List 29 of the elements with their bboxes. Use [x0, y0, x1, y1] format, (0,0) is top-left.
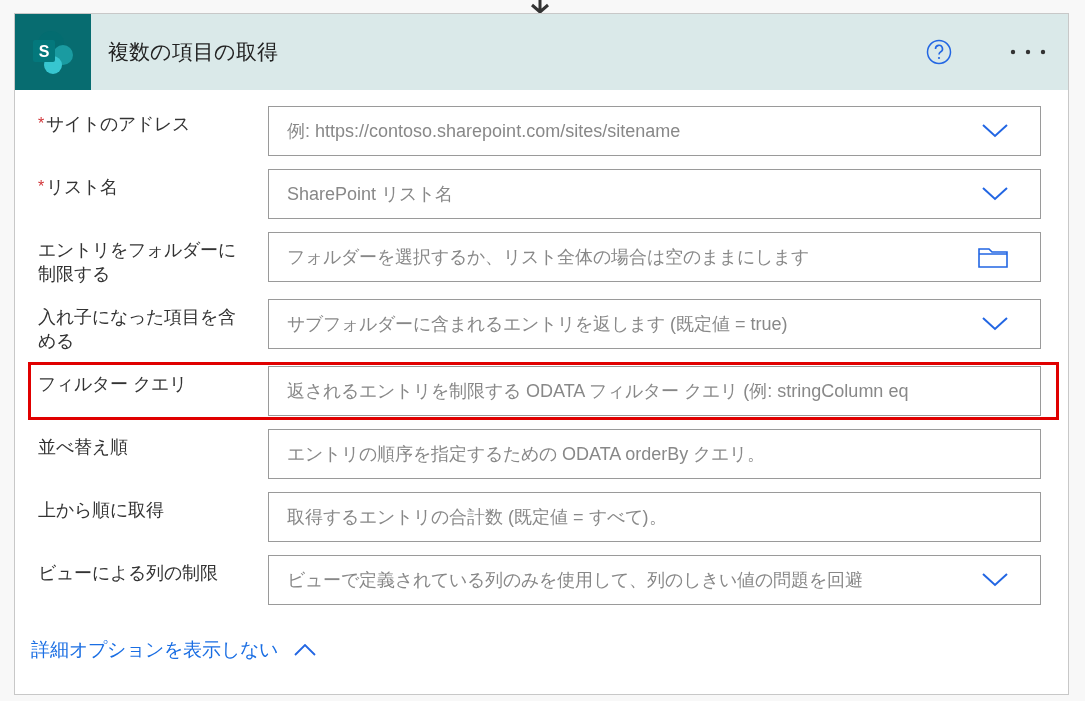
field-label: 並べ替え順 — [38, 436, 129, 459]
required-mark: * — [38, 177, 45, 197]
input-field[interactable]: フォルダーを選択するか、リスト全体の場合は空のままにします — [268, 232, 1041, 282]
field-label: フィルター クエリ — [38, 373, 188, 396]
more-options-icon[interactable] — [1010, 49, 1046, 55]
chevron-down-icon[interactable] — [982, 187, 1008, 201]
dropdown-field[interactable]: ビューで定義されている列のみを使用して、列のしきい値の問題を回避 — [268, 555, 1041, 605]
field-label: 上から順に取得 — [38, 499, 165, 522]
dropdown-field[interactable]: SharePoint リスト名 — [268, 169, 1041, 219]
field-label: ビューによる列の制限 — [38, 562, 219, 585]
field-label: サイトのアドレス — [46, 113, 192, 136]
chevron-down-icon[interactable] — [982, 573, 1008, 587]
input-field[interactable]: エントリの順序を指定するための ODATA orderBy クエリ。 — [268, 429, 1041, 479]
chevron-down-icon[interactable] — [982, 317, 1008, 331]
connector-arrow-icon — [529, 0, 551, 14]
input-field[interactable]: 返されるエントリを制限する ODATA フィルター クエリ (例: stringColumn eq — [268, 366, 1041, 416]
required-mark: * — [38, 114, 45, 134]
input-field[interactable]: 取得するエントリの合計数 (既定値 = すべて)。 — [268, 492, 1041, 542]
chevron-down-icon[interactable] — [982, 124, 1008, 138]
card-title: 複数の項目の取得 — [108, 39, 279, 65]
help-icon[interactable] — [926, 39, 952, 65]
chevron-up-icon[interactable] — [294, 644, 316, 656]
dropdown-field[interactable]: サブフォルダーに含まれるエントリを返します (既定値 = true) — [268, 299, 1041, 349]
dropdown-field[interactable]: 例: https://contoso.sharepoint.com/sites/sitename — [268, 106, 1041, 156]
hide-advanced-options-link[interactable]: 詳細オプションを表示しない — [31, 637, 278, 663]
field-label: エントリをフォルダーに制限する — [38, 239, 237, 286]
field-label: 入れ子になった項目を含める — [38, 306, 237, 353]
folder-icon[interactable] — [978, 246, 1008, 268]
field-label: リスト名 — [46, 176, 120, 199]
